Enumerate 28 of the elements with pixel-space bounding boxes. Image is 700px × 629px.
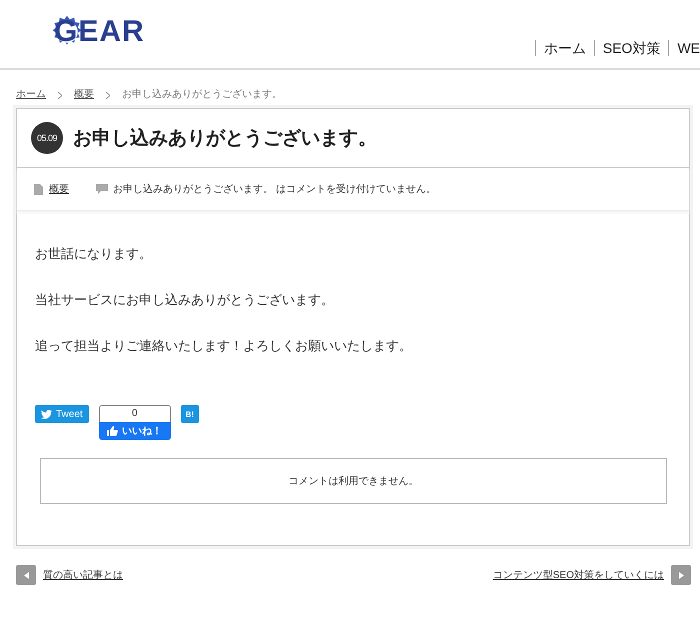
nav-link[interactable]: WE (668, 40, 700, 56)
body-paragraph: 追って担当よりご連絡いたします！よろしくお願いいたします。 (35, 337, 413, 355)
thumbs-up-icon (107, 426, 118, 436)
like-button[interactable]: いいね！ (98, 422, 171, 440)
category-link[interactable]: 概要 (49, 182, 69, 196)
comments-closed-text: コメントは利用できません。 (288, 474, 418, 488)
date-badge: 05.09 (31, 122, 63, 154)
chevron-right-icon (58, 92, 62, 98)
body-paragraph: 当社サービスにお申し込みありがとうございます。 (35, 291, 335, 309)
nav-link[interactable]: SEO対策 (594, 40, 668, 56)
previous-post-link[interactable]: 質の高い記事とは (43, 568, 123, 582)
bird-icon (41, 410, 52, 418)
document-icon (34, 184, 43, 194)
left-triangle-icon (24, 572, 28, 578)
next-post-link[interactable]: コンテンツ型SEO対策をしていくには (492, 568, 664, 582)
nav-link[interactable]: ホーム (534, 40, 594, 56)
comment-icon (96, 184, 108, 194)
breadcrumb-link[interactable]: ホーム (16, 88, 46, 102)
body-paragraph: お世話になります。 (35, 245, 153, 263)
breadcrumb-link[interactable]: 概要 (74, 88, 94, 102)
chevron-right-icon (106, 92, 110, 98)
post-title: お申し込みありがとうございます。 (73, 126, 377, 151)
comment-note: お申し込みありがとうございます。 はコメントを受け付けていません。 (113, 182, 436, 196)
right-triangle-icon (678, 572, 684, 578)
previous-button[interactable] (16, 565, 36, 585)
next-button[interactable] (671, 565, 691, 585)
site-logo[interactable]: GEAR (50, 14, 145, 50)
breadcrumb-current: お申し込みありがとうございます。 (122, 88, 282, 102)
